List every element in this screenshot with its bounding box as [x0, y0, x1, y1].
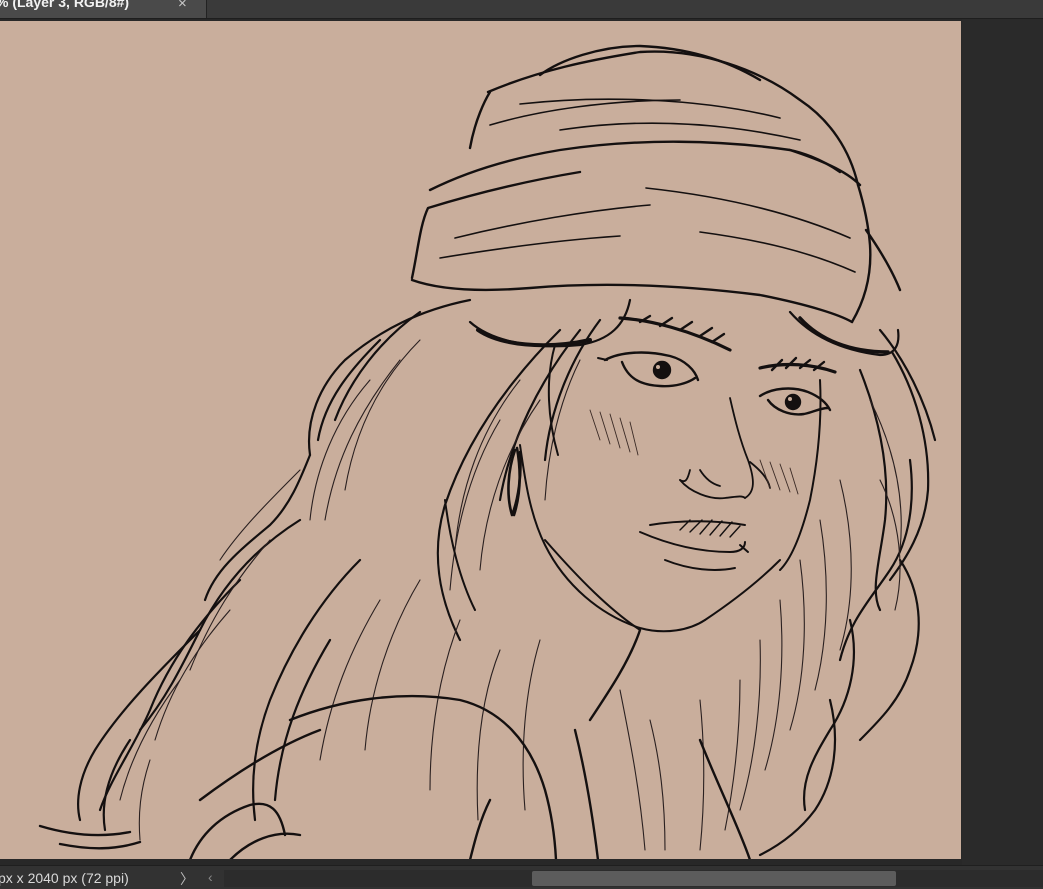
document-size-info: px x 2040 px (72 ppi) [0, 870, 129, 886]
document-tab-bar: % (Layer 3, RGB/8#) × [0, 0, 1043, 19]
status-menu-arrow-icon[interactable]: 〉 [180, 869, 194, 889]
horizontal-scrollbar[interactable] [224, 870, 1043, 887]
hair-strokes [77, 298, 937, 857]
workspace [0, 19, 1043, 865]
bandana-fold-lines [439, 98, 856, 273]
document-tab-title: % (Layer 3, RGB/8#) [0, 0, 130, 10]
eye-right-strokes [758, 356, 837, 416]
scroll-left-arrow-icon[interactable]: ‹ [208, 869, 213, 885]
photoshop-window: % (Layer 3, RGB/8#) × px x 2040 px (72 p… [0, 0, 1043, 889]
close-tab-icon[interactable]: × [178, 0, 187, 13]
bandana-strokes [410, 44, 902, 324]
drawing-canvas[interactable] [0, 21, 961, 859]
status-bar: px x 2040 px (72 ppi) 〉 ‹ [0, 865, 1043, 889]
body-strokes [38, 628, 751, 859]
horizontal-scrollbar-thumb[interactable] [532, 871, 896, 886]
nose-strokes [679, 397, 771, 500]
document-tab[interactable]: % (Layer 3, RGB/8#) × [0, 0, 207, 18]
line-art-sketch [38, 44, 937, 859]
vertical-scrollbar-area[interactable] [962, 19, 1043, 865]
